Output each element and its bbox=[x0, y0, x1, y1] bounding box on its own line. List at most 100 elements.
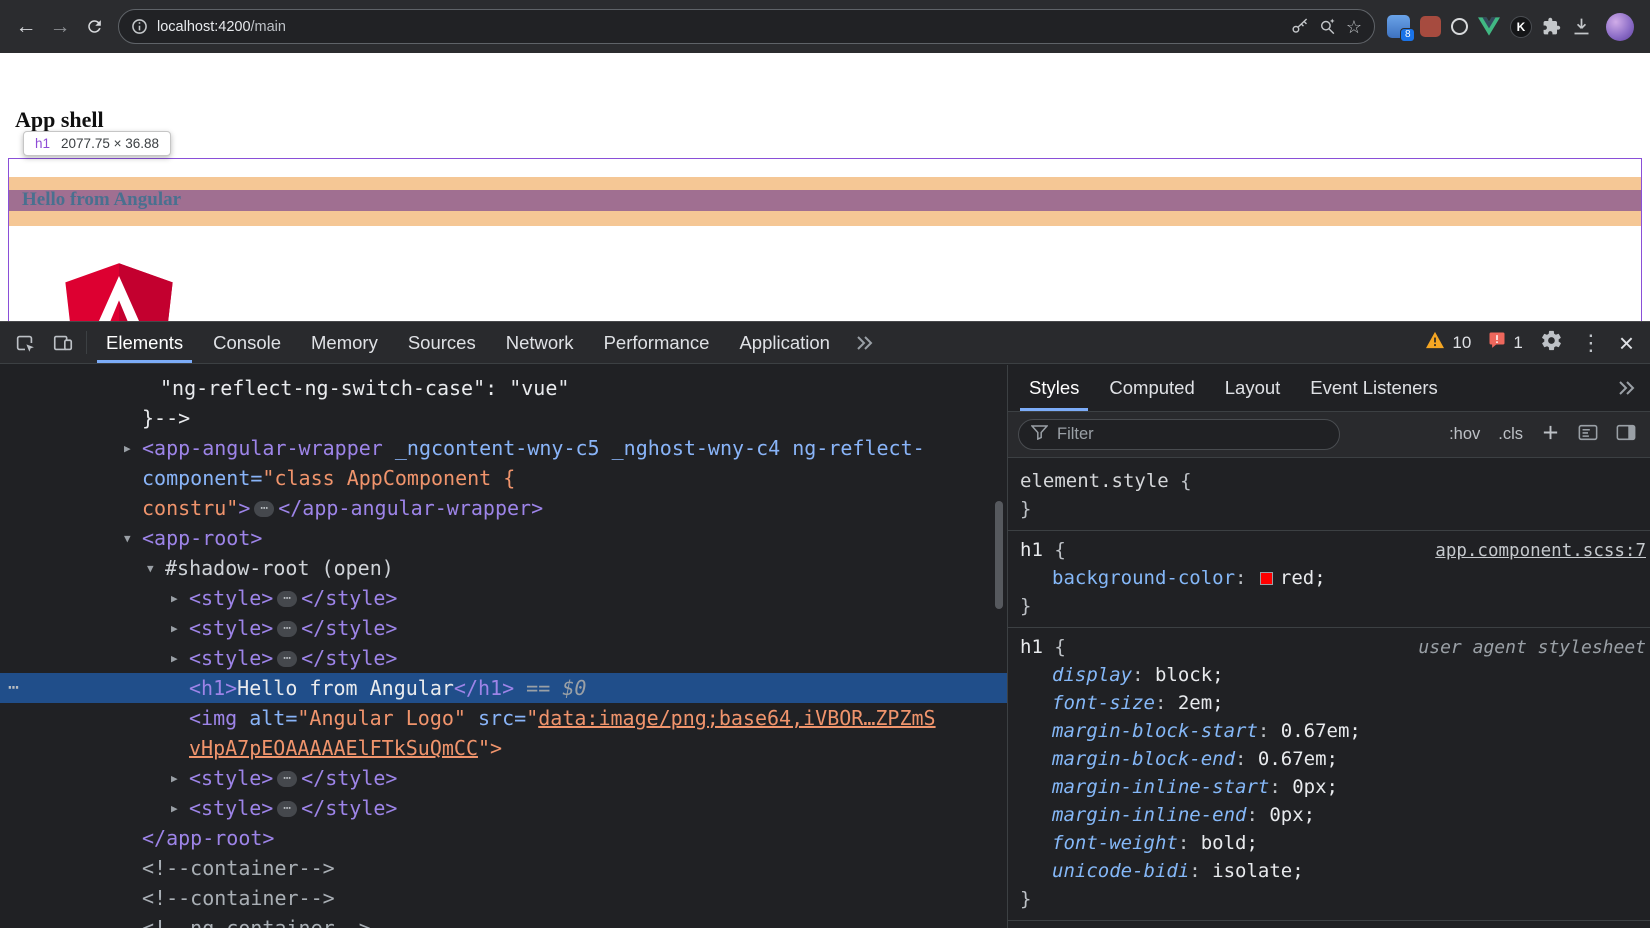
styles-filter-input[interactable] bbox=[1057, 425, 1327, 444]
password-key-icon[interactable] bbox=[1290, 17, 1309, 36]
collapsed-content-icon[interactable]: ⋯ bbox=[277, 651, 297, 667]
tree-row[interactable]: ▼#shadow-root (open) bbox=[0, 553, 1007, 583]
color-swatch[interactable] bbox=[1260, 572, 1273, 585]
rule-selector[interactable]: h1 bbox=[1020, 636, 1043, 658]
collapsed-content-icon[interactable]: ⋯ bbox=[277, 621, 297, 637]
tab-console[interactable]: Console bbox=[198, 322, 296, 363]
disclosure-arrow-icon[interactable]: ▼ bbox=[124, 524, 142, 554]
css-property-name[interactable]: font-size bbox=[1052, 692, 1155, 714]
tab-performance[interactable]: Performance bbox=[589, 322, 725, 363]
collapsed-content-icon[interactable]: ⋯ bbox=[277, 591, 297, 607]
styles-filter-field[interactable] bbox=[1018, 419, 1340, 450]
styles-tab-layout[interactable]: Layout bbox=[1210, 365, 1296, 411]
styles-tab-event-listeners[interactable]: Event Listeners bbox=[1295, 365, 1453, 411]
css-property-row[interactable]: background-color: red; bbox=[1020, 564, 1650, 592]
rule-selector[interactable]: element.style bbox=[1020, 470, 1169, 492]
search-lens-icon[interactable] bbox=[1318, 17, 1337, 36]
css-property-value[interactable]: bold; bbox=[1201, 832, 1258, 854]
css-property-value[interactable]: 0.67em; bbox=[1281, 720, 1361, 742]
styles-tab-computed[interactable]: Computed bbox=[1094, 365, 1209, 411]
tree-row[interactable]: <!--container--> bbox=[0, 883, 1007, 913]
more-tabs-icon[interactable] bbox=[845, 322, 883, 363]
tree-row[interactable]: ▶<style>⋯</style> bbox=[0, 643, 1007, 673]
styles-tab-styles[interactable]: Styles bbox=[1014, 365, 1094, 411]
tab-network[interactable]: Network bbox=[491, 322, 589, 363]
css-property-value[interactable]: isolate; bbox=[1212, 860, 1304, 882]
more-styles-tabs-icon[interactable] bbox=[1616, 365, 1650, 411]
css-property-row[interactable]: margin-block-end: 0.67em; bbox=[1020, 745, 1650, 773]
css-property-name[interactable]: margin-block-start bbox=[1052, 720, 1258, 742]
css-property-row[interactable]: font-size: 2em; bbox=[1020, 689, 1650, 717]
extension-ring-icon[interactable] bbox=[1451, 18, 1468, 35]
extension-k-icon[interactable]: K bbox=[1510, 16, 1532, 38]
disclosure-arrow-icon[interactable]: ▶ bbox=[171, 794, 189, 824]
tree-row[interactable]: ▶<style>⋯</style> bbox=[0, 613, 1007, 643]
disclosure-arrow-icon[interactable]: ▼ bbox=[147, 554, 165, 584]
bookmark-star-icon[interactable]: ☆ bbox=[1346, 18, 1362, 36]
dock-sidebar-icon[interactable] bbox=[1616, 424, 1636, 446]
disclosure-arrow-icon[interactable]: ▶ bbox=[171, 614, 189, 644]
element-classes-button[interactable]: .cls bbox=[1498, 425, 1523, 444]
css-property-row[interactable]: display: block; bbox=[1020, 661, 1650, 689]
download-icon[interactable] bbox=[1571, 16, 1592, 37]
collapsed-content-icon[interactable]: ⋯ bbox=[254, 501, 274, 517]
row-actions-icon[interactable]: ⋯ bbox=[8, 673, 20, 703]
settings-gear-icon[interactable] bbox=[1540, 329, 1563, 357]
css-property-name[interactable]: background-color bbox=[1052, 567, 1235, 589]
disclosure-arrow-icon[interactable]: ▶ bbox=[171, 764, 189, 794]
tab-elements[interactable]: Elements bbox=[91, 322, 198, 363]
kebab-menu-icon[interactable]: ⋮ bbox=[1580, 332, 1602, 354]
address-bar[interactable]: localhost:4200/main ☆ bbox=[118, 9, 1375, 44]
rule-selector[interactable]: h1 bbox=[1020, 539, 1043, 561]
code-link[interactable]: vHpA7pEOAAAAAElFTkSuQmCC bbox=[189, 736, 478, 760]
tab-sources[interactable]: Sources bbox=[393, 322, 491, 363]
code-link[interactable]: data:image/png;base64,iVBOR…ZPZmS bbox=[538, 706, 935, 730]
css-property-value[interactable]: 0.67em; bbox=[1258, 748, 1338, 770]
computed-styles-sidebar-icon[interactable] bbox=[1578, 424, 1598, 446]
tree-row[interactable]: ▶<style>⋯</style> bbox=[0, 583, 1007, 613]
url-text[interactable]: localhost:4200/main bbox=[157, 19, 1281, 35]
stylesheet-link[interactable]: app.component.scss:7 bbox=[1435, 537, 1646, 565]
vue-devtools-icon[interactable] bbox=[1478, 17, 1500, 36]
tree-row[interactable]: ▶<style>⋯</style> bbox=[0, 763, 1007, 793]
disclosure-arrow-icon[interactable]: ▶ bbox=[124, 434, 142, 464]
tree-row[interactable]: "ng-reflect-ng-switch-case": "vue" bbox=[0, 373, 1007, 403]
css-property-name[interactable]: font-weight bbox=[1052, 832, 1178, 854]
tree-row[interactable]: component="class AppComponent { bbox=[0, 463, 1007, 493]
tree-row[interactable]: vHpA7pEOAAAAAElFTkSuQmCC"> bbox=[0, 733, 1007, 763]
css-property-value[interactable]: 2em; bbox=[1178, 692, 1224, 714]
tab-application[interactable]: Application bbox=[724, 322, 845, 363]
elements-scrollbar[interactable] bbox=[995, 501, 1003, 609]
reload-icon[interactable] bbox=[78, 11, 110, 43]
collapsed-content-icon[interactable]: ⋯ bbox=[277, 771, 297, 787]
css-property-name[interactable]: margin-block-end bbox=[1052, 748, 1235, 770]
back-icon[interactable]: ← bbox=[10, 11, 42, 43]
extensions-puzzle-icon[interactable] bbox=[1542, 17, 1561, 36]
disclosure-arrow-icon[interactable]: ▶ bbox=[171, 584, 189, 614]
tree-row[interactable]: constru">⋯</app-angular-wrapper> bbox=[0, 493, 1007, 523]
css-property-name[interactable]: display bbox=[1052, 664, 1132, 686]
css-property-name[interactable]: margin-inline-start bbox=[1052, 776, 1269, 798]
tree-row[interactable]: ▼<app-root> bbox=[0, 523, 1007, 553]
tree-row[interactable]: </app-root> bbox=[0, 823, 1007, 853]
tab-memory[interactable]: Memory bbox=[296, 322, 393, 363]
css-property-name[interactable]: margin-inline-end bbox=[1052, 804, 1246, 826]
tree-row-selected[interactable]: ⋯<h1>Hello from Angular</h1> == $0 bbox=[0, 673, 1007, 703]
new-style-rule-icon[interactable] bbox=[1541, 423, 1560, 447]
tree-row[interactable]: <!--ng-container--> bbox=[0, 913, 1007, 928]
css-property-name[interactable]: unicode-bidi bbox=[1052, 860, 1189, 882]
disclosure-arrow-icon[interactable]: ▶ bbox=[171, 644, 189, 674]
css-property-row[interactable]: margin-inline-start: 0px; bbox=[1020, 773, 1650, 801]
css-property-value[interactable]: 0px; bbox=[1269, 804, 1315, 826]
css-property-row[interactable]: font-weight: bold; bbox=[1020, 829, 1650, 857]
site-info-icon[interactable] bbox=[131, 18, 148, 35]
tree-row[interactable]: }--> bbox=[0, 403, 1007, 433]
warnings-button[interactable]: 10 bbox=[1425, 331, 1471, 354]
tree-row[interactable]: <img alt="Angular Logo" src="data:image/… bbox=[0, 703, 1007, 733]
tree-row[interactable]: ▶<style>⋯</style> bbox=[0, 793, 1007, 823]
extension-blue-icon[interactable]: 8 bbox=[1387, 15, 1410, 38]
css-property-value[interactable]: red; bbox=[1280, 567, 1326, 589]
device-toolbar-icon[interactable] bbox=[44, 322, 82, 363]
css-property-row[interactable]: unicode-bidi: isolate; bbox=[1020, 857, 1650, 885]
avatar[interactable] bbox=[1606, 13, 1634, 41]
